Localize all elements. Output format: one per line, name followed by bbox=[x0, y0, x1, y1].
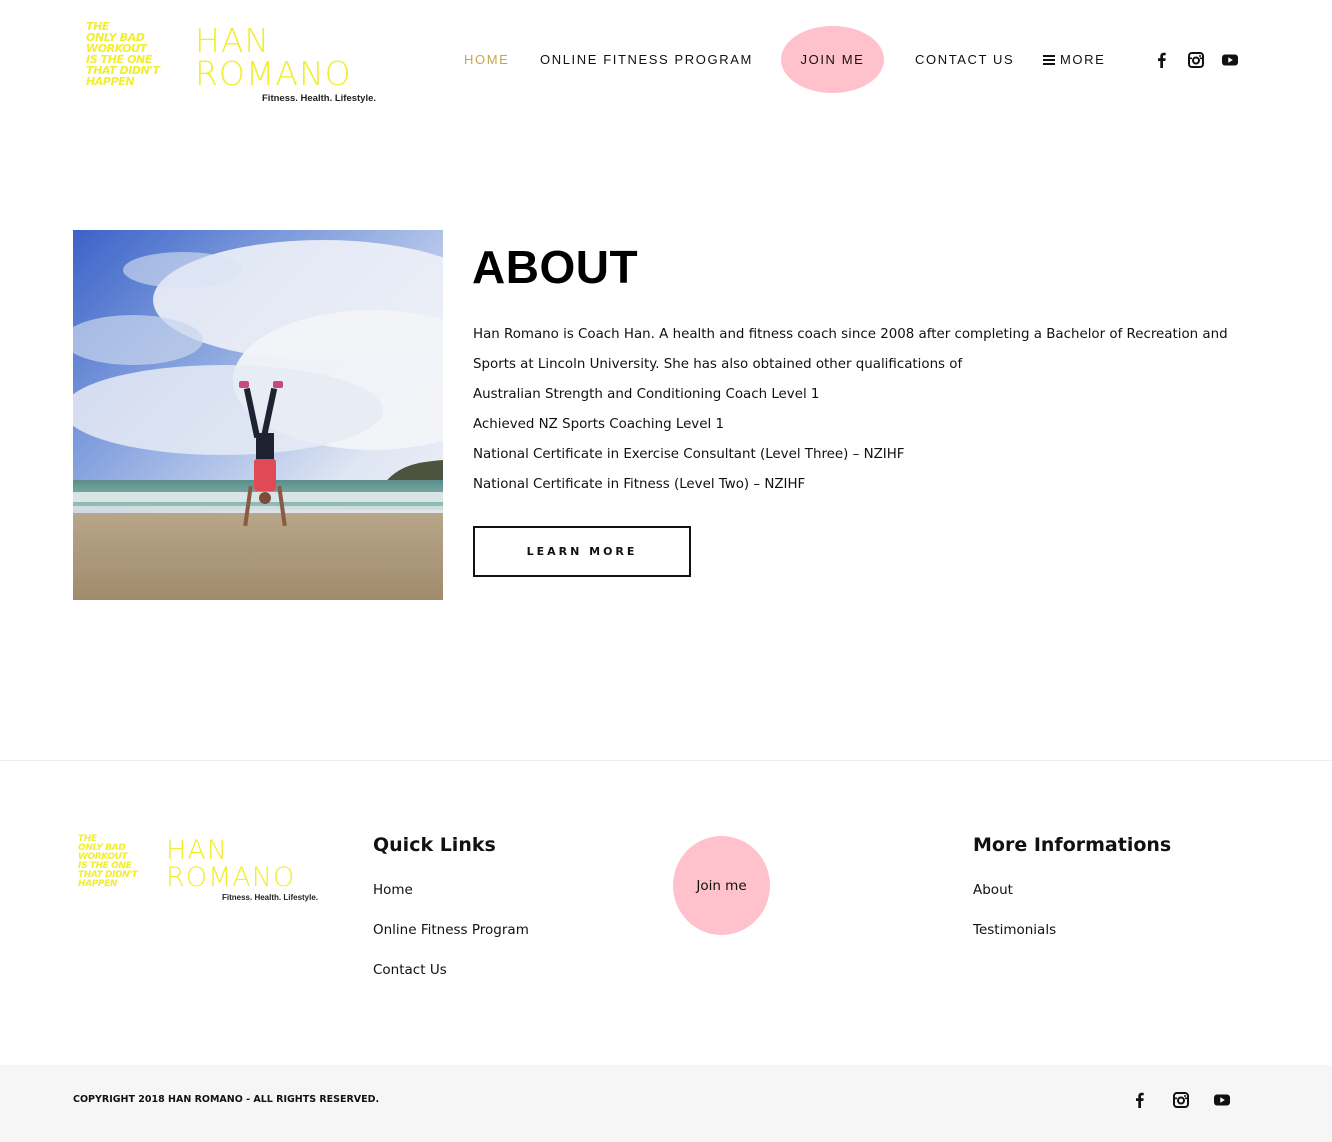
footer-link-home[interactable]: Home bbox=[373, 882, 413, 898]
header-youtube-link[interactable] bbox=[1221, 51, 1239, 69]
quick-links-heading: Quick Links bbox=[373, 834, 496, 856]
copyright-text: COPYRIGHT 2018 HAN ROMANO - ALL RIGHTS R… bbox=[73, 1094, 380, 1105]
qualification-item: Achieved NZ Sports Coaching Level 1 bbox=[473, 417, 724, 432]
header-instagram-link[interactable] bbox=[1187, 51, 1205, 69]
more-informations-heading: More Informations bbox=[973, 834, 1172, 856]
qualification-item: National Certificate in Fitness (Level T… bbox=[473, 477, 806, 492]
footer-join-me-button[interactable]: Join me bbox=[673, 836, 770, 935]
logo-tagline: Fitness. Health. Lifestyle. bbox=[262, 93, 377, 104]
about-photo-handstand-beach bbox=[73, 230, 443, 600]
instagram-icon bbox=[1173, 1092, 1189, 1108]
nav-home[interactable]: HOME bbox=[464, 52, 509, 67]
menu-icon bbox=[1043, 55, 1055, 65]
about-body: Han Romano is Coach Han. A health and fi… bbox=[473, 320, 1243, 500]
footer-link-online-fitness-program[interactable]: Online Fitness Program bbox=[373, 922, 529, 938]
nav-contact-us[interactable]: CONTACT US bbox=[915, 52, 1014, 67]
footer-logo-slogan[interactable]: THE ONLY BAD WORKOUT IS THE ONE THAT DID… bbox=[78, 835, 138, 889]
footer-divider bbox=[0, 760, 1332, 761]
qualification-item: National Certificate in Exercise Consult… bbox=[473, 447, 905, 462]
instagram-icon bbox=[1188, 52, 1204, 68]
footer-link-testimonials[interactable]: Testimonials bbox=[973, 922, 1056, 938]
nav-more[interactable]: MORE bbox=[1043, 52, 1105, 67]
nav-more-label: MORE bbox=[1060, 52, 1106, 67]
footer-logo-wordmark[interactable]: HAN ROMANO bbox=[166, 837, 295, 891]
nav-online-fitness-program[interactable]: ONLINE FITNESS PROGRAM bbox=[540, 52, 753, 67]
qualification-item: Australian Strength and Conditioning Coa… bbox=[473, 387, 820, 402]
site-header: THE ONLY BAD WORKOUT IS THE ONE THAT DID… bbox=[0, 0, 1332, 130]
facebook-icon bbox=[1158, 52, 1166, 68]
footer-instagram-link[interactable] bbox=[1172, 1091, 1190, 1109]
footer-logo-tagline: Fitness. Health. Lifestyle. bbox=[222, 893, 319, 902]
youtube-icon bbox=[1222, 54, 1238, 66]
youtube-icon bbox=[1214, 1094, 1230, 1106]
footer-link-about[interactable]: About bbox=[973, 882, 1013, 898]
footer-facebook-link[interactable] bbox=[1131, 1091, 1149, 1109]
header-facebook-link[interactable] bbox=[1153, 51, 1171, 69]
learn-more-button[interactable]: LEARN MORE bbox=[473, 526, 691, 577]
about-intro-paragraph: Han Romano is Coach Han. A health and fi… bbox=[473, 327, 1228, 372]
logo-wordmark[interactable]: HAN ROMANO bbox=[195, 24, 352, 90]
footer-link-contact-us[interactable]: Contact Us bbox=[373, 962, 447, 978]
about-title: ABOUT bbox=[472, 241, 639, 293]
nav-join-me-label: JOIN ME bbox=[800, 52, 865, 67]
logo-slogan[interactable]: THE ONLY BAD WORKOUT IS THE ONE THAT DID… bbox=[86, 21, 160, 87]
footer-youtube-link[interactable] bbox=[1213, 1091, 1231, 1109]
facebook-icon bbox=[1136, 1092, 1144, 1108]
nav-join-me[interactable]: JOIN ME bbox=[781, 26, 884, 93]
